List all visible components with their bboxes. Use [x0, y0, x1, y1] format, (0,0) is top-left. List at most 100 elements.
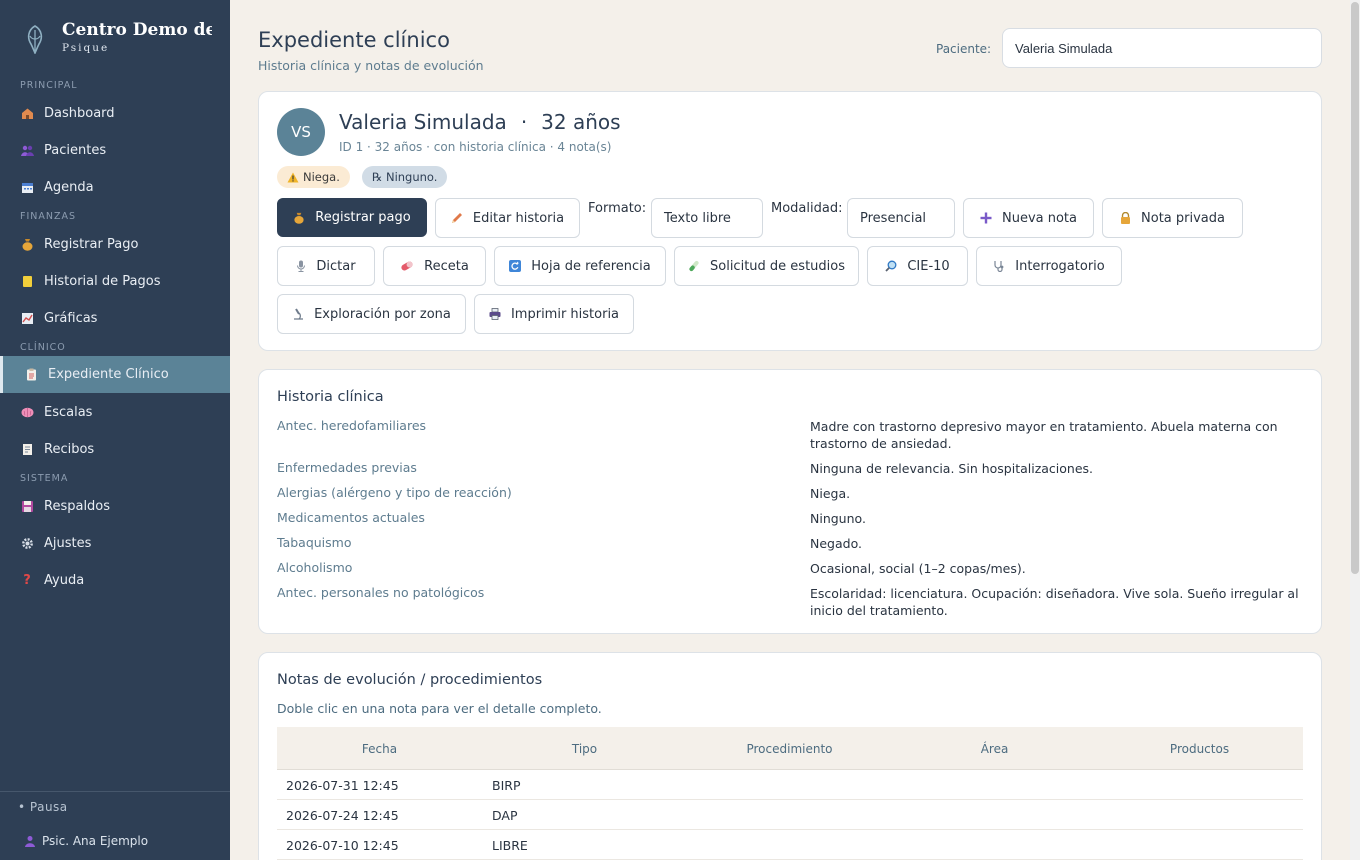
brand-subtitle: Psique	[62, 42, 110, 54]
notas-hint: Doble clic en una nota para ver el detal…	[277, 701, 602, 716]
sidebar-item-label: Expediente Clínico	[48, 367, 169, 382]
button-label: Editar historia	[472, 210, 565, 226]
section-label-sistema: SISTEMA	[20, 473, 69, 484]
column-header-fecha[interactable]: Fecha	[277, 727, 482, 770]
floppy-icon	[20, 500, 34, 514]
sidebar-item-ayuda[interactable]: ? Ayuda	[0, 562, 230, 599]
sidebar-item-label: Dashboard	[44, 106, 115, 121]
column-header-tipo[interactable]: Tipo	[482, 727, 687, 770]
sidebar-item-graficas[interactable]: Gráficas	[0, 300, 230, 337]
sidebar-item-registrar-pago[interactable]: Registrar Pago	[0, 226, 230, 263]
column-header-productos[interactable]: Productos	[1097, 727, 1302, 770]
section-label-principal: PRINCIPAL	[20, 80, 78, 91]
formato-select[interactable]: Texto libre	[651, 198, 763, 238]
notes-table-header: Fecha Tipo Procedimiento Área Productos	[277, 727, 1303, 770]
dictar-button[interactable]: Dictar	[277, 246, 375, 286]
sidebar-item-label: Escalas	[44, 405, 93, 420]
button-label: CIE-10	[907, 258, 950, 274]
cell-tipo: LIBRE	[492, 837, 528, 853]
sidebar-item-historial-pagos[interactable]: Historial de Pagos	[0, 263, 230, 300]
button-label: Interrogatorio	[1015, 258, 1105, 274]
main-content: Expediente clínico Historia clínica y no…	[230, 0, 1350, 860]
history-value: Ninguna de relevancia. Sin hospitalizaci…	[810, 461, 1094, 476]
button-label: Receta	[424, 258, 469, 274]
section-label-finanzas: FINANZAS	[20, 211, 77, 222]
historia-clinica-title: Historia clínica	[277, 389, 384, 405]
column-header-procedimiento[interactable]: Procedimiento	[687, 727, 892, 770]
sidebar-item-recibos[interactable]: Recibos	[0, 431, 230, 468]
button-label: Exploración por zona	[314, 306, 451, 322]
history-key: Alergias (alérgeno y tipo de reacción)	[277, 485, 512, 500]
exploracion-por-zona-button[interactable]: Exploración por zona	[277, 294, 466, 334]
allergy-badge-text: Niega.	[303, 170, 340, 184]
modalidad-label: Modalidad:	[771, 201, 843, 216]
nueva-nota-button[interactable]: Nueva nota	[963, 198, 1094, 238]
scrollbar-thumb[interactable]	[1351, 2, 1359, 574]
sidebar-item-expediente-clinico[interactable]: Expediente Clínico	[0, 356, 230, 393]
money-bag-icon	[293, 212, 305, 224]
cie10-button[interactable]: CIE-10	[867, 246, 968, 286]
sidebar-item-agenda[interactable]: Agenda	[0, 169, 230, 206]
money-bag-icon	[20, 238, 34, 252]
brand-title: Centro Demo de Psicología	[62, 20, 212, 40]
nota-privada-button[interactable]: Nota privada	[1102, 198, 1243, 238]
hoja-referencia-button[interactable]: Hoja de referencia	[494, 246, 666, 286]
sidebar-item-label: Agenda	[44, 180, 94, 195]
clipboard-icon	[24, 368, 38, 382]
user-profile[interactable]: Psic. Ana Ejemplo	[24, 834, 148, 848]
interrogatorio-button[interactable]: Interrogatorio	[976, 246, 1122, 286]
solicitud-estudios-button[interactable]: Solicitud de estudios	[674, 246, 859, 286]
table-row[interactable]: 2026-07-10 12:45 LIBRE	[277, 830, 1303, 860]
patient-name: Valeria Simulada	[339, 110, 507, 134]
history-key: Medicamentos actuales	[277, 510, 425, 525]
sidebar-item-label: Ayuda	[44, 573, 85, 588]
button-label: Imprimir historia	[510, 306, 620, 322]
sidebar-item-ajustes[interactable]: Ajustes	[0, 525, 230, 562]
history-value: Ninguno.	[810, 511, 866, 526]
cell-tipo: BIRP	[492, 777, 521, 793]
microscope-icon	[292, 308, 304, 320]
imprimir-historia-button[interactable]: Imprimir historia	[474, 294, 634, 334]
printer-icon	[489, 308, 501, 320]
sidebar-item-dashboard[interactable]: Dashboard	[0, 95, 230, 132]
name-separator: ·	[520, 110, 528, 134]
receta-button[interactable]: Receta	[383, 246, 486, 286]
warning-icon	[287, 172, 299, 182]
microphone-icon	[296, 260, 306, 272]
sidebar-item-label: Historial de Pagos	[44, 274, 161, 289]
button-label: Nota privada	[1141, 210, 1225, 226]
registrar-pago-button[interactable]: Registrar pago	[277, 198, 427, 237]
brand[interactable]: Centro Demo de Psicología Psique	[18, 18, 218, 62]
notas-evolucion-card: Notas de evolución / procedimientos Dobl…	[258, 652, 1322, 860]
pencil-icon	[451, 212, 463, 224]
question-icon: ?	[23, 573, 31, 588]
history-key: Enfermedades previas	[277, 460, 417, 475]
ledger-icon	[20, 275, 34, 289]
history-value: Niega.	[810, 486, 851, 501]
lock-icon	[1120, 212, 1131, 224]
allergy-badge: Niega.	[277, 166, 350, 188]
column-header-area[interactable]: Área	[892, 727, 1097, 770]
sidebar-item-label: Pacientes	[44, 143, 107, 158]
patient-selector-input[interactable]	[1002, 28, 1322, 68]
sidebar-item-pacientes[interactable]: Pacientes	[0, 132, 230, 169]
patient-card: VS Valeria Simulada · 32 años ID 1 · 32 añ…	[258, 91, 1322, 351]
editar-historia-button[interactable]: Editar historia	[435, 198, 580, 238]
user-icon	[25, 836, 35, 847]
sidebar-item-escalas[interactable]: Escalas	[0, 394, 230, 431]
receipt-icon	[20, 443, 34, 457]
psi-logo-icon	[27, 25, 43, 54]
table-row[interactable]: 2026-07-31 12:45 BIRP	[277, 770, 1303, 800]
pause-status[interactable]: • Pausa	[18, 800, 68, 814]
history-key: Antec. heredofamiliares	[277, 418, 427, 433]
sidebar-item-label: Registrar Pago	[44, 237, 139, 252]
sidebar-item-respaldos[interactable]: Respaldos	[0, 488, 230, 525]
brain-icon	[20, 406, 34, 420]
modalidad-select[interactable]: Presencial	[847, 198, 955, 238]
sidebar-footer: • Pausa Psic. Ana Ejemplo	[0, 791, 230, 860]
history-value: Madre con trastorno depresivo mayor en t…	[810, 419, 1278, 451]
table-row[interactable]: 2026-07-24 12:45 DAP	[277, 800, 1303, 830]
magnifier-icon	[885, 260, 897, 272]
sidebar-item-label: Recibos	[44, 442, 95, 457]
chart-icon	[20, 312, 34, 326]
